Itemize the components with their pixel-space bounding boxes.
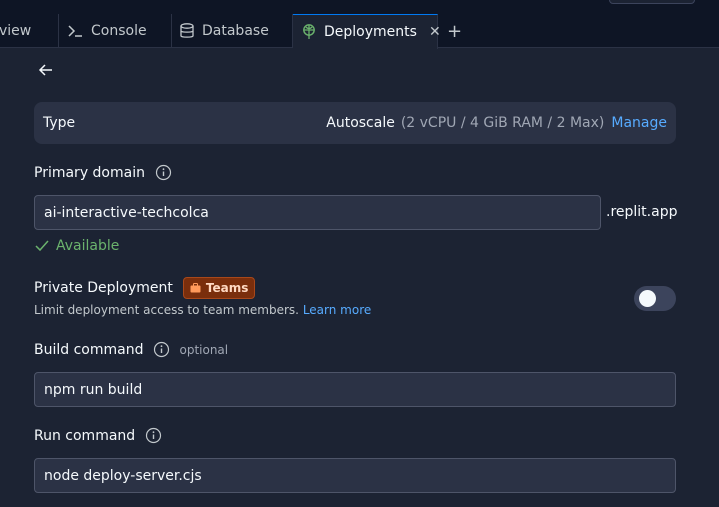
optional-hint: optional — [179, 342, 229, 357]
private-deployment-heading: Private Deployment Teams — [34, 277, 256, 299]
build-command-label: Build command — [34, 341, 144, 358]
teams-badge: Teams — [182, 277, 256, 299]
window-top-strip — [0, 0, 719, 14]
briefcase-icon — [190, 283, 201, 293]
private-deployment-toggle[interactable] — [634, 286, 676, 311]
private-desc-text: Limit deployment access to team members. — [34, 303, 299, 317]
build-command-heading: Build command optional — [34, 341, 228, 358]
database-icon — [180, 23, 194, 39]
type-value: Autoscale — [326, 115, 395, 131]
learn-more-link[interactable]: Learn more — [303, 303, 371, 317]
deployment-type-card: Type Autoscale (2 vCPU / 4 GiB RAM / 2 M… — [34, 102, 676, 144]
tab-bar: view Console Database Deployments ✕ + — [0, 14, 719, 49]
back-arrow-icon[interactable] — [38, 62, 56, 80]
manage-link[interactable]: Manage — [611, 115, 667, 131]
run-command-heading: Run command — [34, 427, 162, 444]
deployments-icon — [302, 24, 316, 40]
domain-value: ai-interactive-techcolca — [44, 204, 209, 221]
run-command-label: Run command — [34, 427, 136, 444]
tab-console[interactable]: Console — [59, 14, 172, 48]
tab-label: Database — [202, 23, 269, 39]
availability-status: Available — [35, 238, 119, 254]
tab-database[interactable]: Database — [172, 14, 293, 48]
domain-suffix: .replit.app — [606, 204, 678, 220]
build-command-input[interactable]: npm run build — [34, 372, 676, 407]
private-deployment-label: Private Deployment — [34, 280, 173, 296]
tab-label: Console — [91, 23, 147, 39]
close-icon[interactable]: ✕ — [429, 24, 441, 40]
run-command-value: node deploy-server.cjs — [44, 467, 202, 484]
tab-preview[interactable]: view — [0, 14, 59, 48]
plus-icon: + — [447, 20, 463, 42]
teams-badge-label: Teams — [205, 281, 249, 295]
terminal-icon — [67, 24, 83, 38]
toggle-knob — [639, 290, 656, 307]
domain-input[interactable]: ai-interactive-techcolca — [34, 195, 601, 230]
build-command-value: npm run build — [44, 381, 143, 398]
available-text: Available — [56, 238, 120, 254]
primary-domain-heading: Primary domain — [34, 164, 172, 181]
tab-label: view — [0, 23, 32, 39]
type-detail: (2 vCPU / 4 GiB RAM / 2 Max) — [400, 115, 605, 131]
tab-deployments[interactable]: Deployments ✕ — [293, 14, 441, 49]
info-icon[interactable] — [155, 164, 172, 181]
top-right-button[interactable] — [609, 0, 695, 4]
info-icon[interactable] — [153, 341, 170, 358]
primary-domain-label: Primary domain — [34, 164, 145, 181]
info-icon[interactable] — [145, 427, 162, 444]
run-command-input[interactable]: node deploy-server.cjs — [34, 458, 676, 493]
private-deployment-description: Limit deployment access to team members.… — [34, 303, 371, 317]
tab-label: Deployments — [324, 24, 417, 40]
add-tab-button[interactable]: + — [447, 14, 462, 48]
check-icon — [35, 240, 49, 252]
type-label: Type — [43, 115, 76, 131]
